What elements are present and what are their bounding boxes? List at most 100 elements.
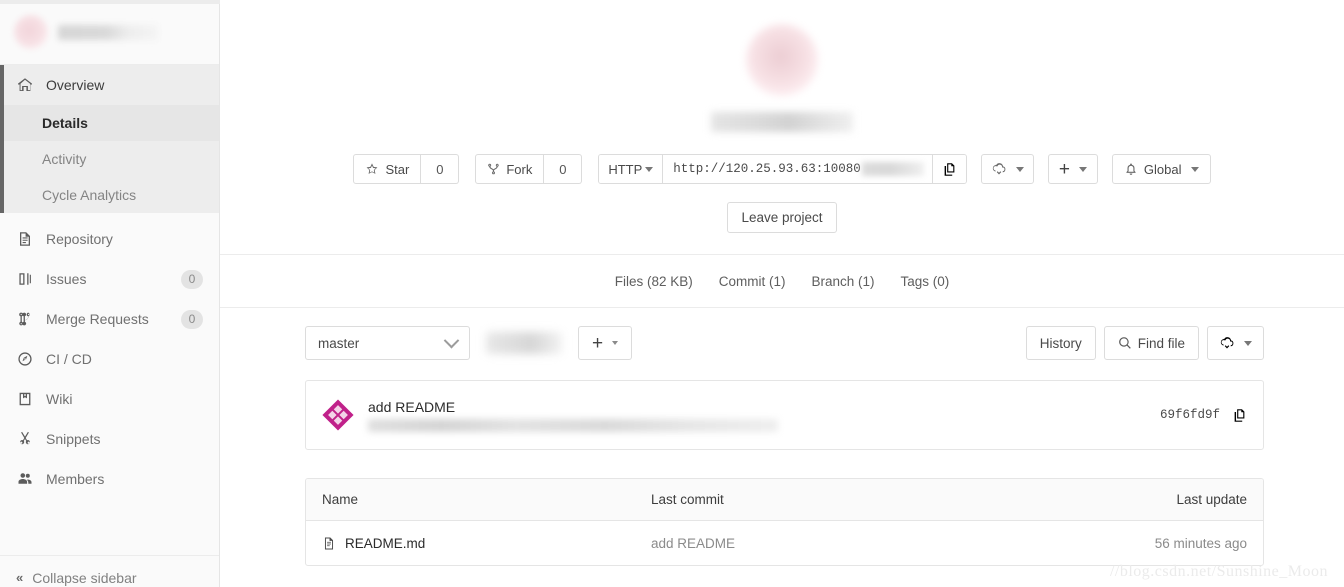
sidebar-subitem-label: Activity <box>42 151 87 167</box>
fork-icon <box>488 163 500 175</box>
project-action-buttons: Star 0 Fork 0 HTTP http://120.25.93.63:1… <box>220 154 1344 184</box>
file-name-cell: README.md <box>306 536 651 551</box>
collapse-sidebar-button[interactable]: « Collapse sidebar <box>0 555 219 587</box>
clone-protocol-label: HTTP <box>608 161 643 177</box>
sidebar-item-label: Repository <box>46 231 113 247</box>
fork-count[interactable]: 0 <box>544 154 583 184</box>
sidebar-item-label: Overview <box>46 77 105 93</box>
clone-protocol-dropdown[interactable]: HTTP <box>599 155 664 183</box>
sidebar: Overview Details Activity Cycle Analytic… <box>0 0 220 587</box>
copy-commit-hash-button[interactable] <box>1232 408 1247 423</box>
commit-message[interactable]: add README <box>368 399 1160 415</box>
sidebar-item-merge-requests[interactable]: Merge Requests 0 <box>0 299 219 339</box>
stat-tags[interactable]: Tags (0) <box>901 274 950 289</box>
chevron-down-icon <box>645 166 654 172</box>
copy-icon <box>944 162 955 176</box>
chevron-down-icon <box>443 332 460 348</box>
fork-group: Fork 0 <box>475 154 583 184</box>
sidebar-badge-merge-requests: 0 <box>181 309 203 329</box>
star-label: Star <box>385 161 410 177</box>
branch-selector-value: master <box>318 335 360 351</box>
file-last-update: 56 minutes ago <box>1154 535 1247 551</box>
leave-project-button[interactable]: Leave project <box>727 202 837 233</box>
column-header-last-update: Last update <box>1176 492 1247 507</box>
file-table-header: Name Last commit Last update <box>306 479 1263 521</box>
column-header-last-commit: Last commit <box>651 492 724 507</box>
sidebar-item-issues[interactable]: Issues 0 <box>0 259 219 299</box>
sidebar-item-repository[interactable]: Repository <box>0 219 219 259</box>
history-label: History <box>1039 335 1082 351</box>
column-header-name: Name <box>322 492 359 507</box>
history-button[interactable]: History <box>1025 326 1096 360</box>
watermark: //blog.csdn.net/Sunshine_Moon <box>1109 563 1328 580</box>
sidebar-item-ci-cd[interactable]: CI / CD <box>0 339 219 379</box>
sidebar-item-label: Members <box>46 471 105 487</box>
notification-dropdown-button[interactable]: Global <box>1111 154 1211 184</box>
stat-branch[interactable]: Branch (1) <box>811 274 874 289</box>
notification-label: Global <box>1143 161 1182 177</box>
plus-icon: + <box>1058 158 1070 180</box>
sidebar-item-snippets[interactable]: Snippets <box>0 419 219 459</box>
file-last-commit[interactable]: add README <box>651 536 1053 551</box>
stat-commit[interactable]: Commit (1) <box>719 274 786 289</box>
sidebar-subitem-label: Details <box>42 115 88 131</box>
main-content: Star 0 Fork 0 HTTP http://120.25.93.63:1… <box>220 0 1344 587</box>
collapse-sidebar-label: Collapse sidebar <box>32 569 137 586</box>
download-dropdown-button[interactable] <box>980 154 1034 184</box>
stat-files[interactable]: Files (82 KB) <box>615 274 693 289</box>
table-row[interactable]: README.md add README 56 minutes ago <box>306 521 1263 565</box>
sidebar-item-label: Snippets <box>46 431 101 447</box>
sidebar-item-wiki[interactable]: Wiki <box>0 379 219 419</box>
sidebar-project-header[interactable] <box>0 0 219 65</box>
clone-url-field[interactable]: http://120.25.93.63:10080 <box>663 155 932 183</box>
sidebar-item-label: Wiki <box>46 391 73 407</box>
sidebar-subitem-label: Cycle Analytics <box>42 187 137 203</box>
find-file-label: Find file <box>1137 335 1185 351</box>
clone-url-text: http://120.25.93.63:10080 <box>673 162 861 176</box>
branch-selector[interactable]: master <box>305 326 470 360</box>
commit-body: add README <box>368 399 1160 432</box>
sidebar-item-label: Issues <box>46 271 87 287</box>
search-icon <box>1118 337 1131 349</box>
sidebar-project-avatar <box>14 15 48 49</box>
file-name-link[interactable]: README.md <box>345 536 425 551</box>
bell-icon <box>1126 163 1136 175</box>
copy-icon <box>1234 408 1245 422</box>
file-table: Name Last commit Last update README.md a… <box>305 478 1264 566</box>
star-count[interactable]: 0 <box>421 154 460 184</box>
plus-icon: + <box>591 332 604 354</box>
identicon-icon <box>322 399 354 431</box>
download-dropdown-button[interactable] <box>1207 326 1264 360</box>
chevron-down-icon <box>1244 340 1252 346</box>
gitlab-project-page: Overview Details Activity Cycle Analytic… <box>0 0 1344 587</box>
add-dropdown-button[interactable]: + <box>1047 154 1098 184</box>
sidebar-group-overview: Overview Details Activity Cycle Analytic… <box>0 65 219 213</box>
sidebar-project-name-redacted <box>58 24 158 40</box>
chevron-down-icon <box>1078 166 1087 172</box>
find-file-button[interactable]: Find file <box>1103 326 1199 360</box>
commit-hash[interactable]: 69f6fd9f <box>1160 408 1220 422</box>
chevron-down-icon <box>612 341 619 345</box>
sidebar-item-members[interactable]: Members <box>0 459 219 499</box>
fork-button[interactable]: Fork <box>475 154 545 184</box>
sidebar-subitem-activity[interactable]: Activity <box>0 141 219 177</box>
commit-author-avatar[interactable] <box>322 399 354 431</box>
project-stats-bar: Files (82 KB) Commit (1) Branch (1) Tags… <box>220 254 1344 308</box>
sidebar-item-label: Merge Requests <box>46 311 149 327</box>
sidebar-nav: Overview Details Activity Cycle Analytic… <box>0 65 219 555</box>
commit-meta: 69f6fd9f <box>1160 408 1247 423</box>
merge-request-icon <box>16 310 34 328</box>
sidebar-item-label: CI / CD <box>46 351 92 367</box>
fork-label: Fork <box>506 161 533 177</box>
download-cloud-icon <box>992 162 1006 174</box>
chevron-down-icon <box>1015 166 1024 172</box>
sidebar-item-overview[interactable]: Overview <box>0 65 219 105</box>
add-to-tree-button[interactable]: + <box>578 326 632 360</box>
sidebar-subitem-cycle-analytics[interactable]: Cycle Analytics <box>0 177 219 213</box>
sidebar-subitem-details[interactable]: Details <box>0 105 219 141</box>
copy-url-button[interactable] <box>931 155 966 183</box>
star-button[interactable]: Star <box>353 154 422 184</box>
file-text-icon <box>324 537 334 549</box>
users-icon <box>16 470 34 488</box>
repo-toolbar-right: History Find file <box>1018 326 1264 360</box>
